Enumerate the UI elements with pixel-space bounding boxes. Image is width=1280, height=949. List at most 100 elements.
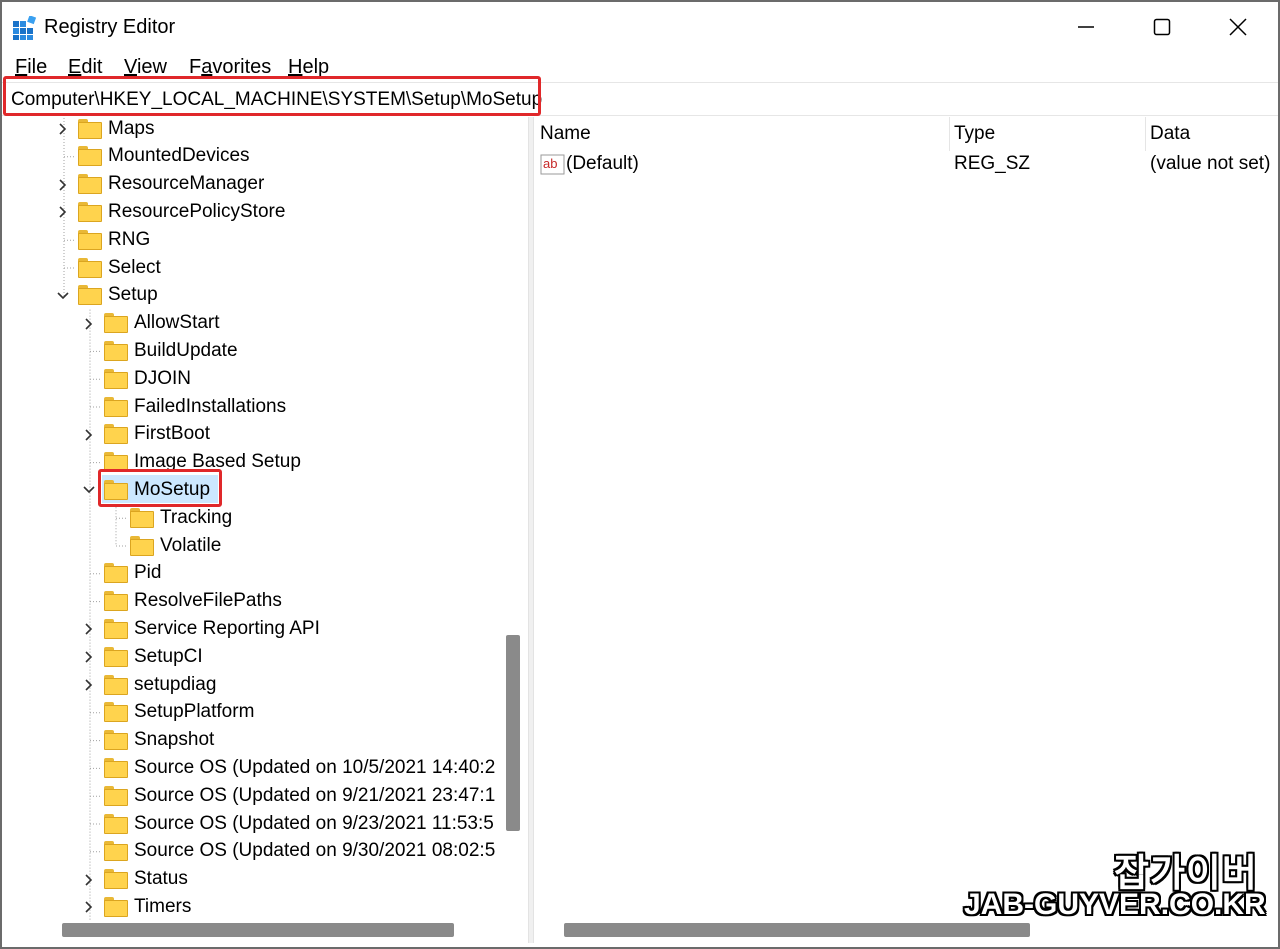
tree-item[interactable]: Service Reporting API xyxy=(104,615,320,642)
chevron-right-icon[interactable] xyxy=(56,205,70,219)
menu-file[interactable]: File xyxy=(15,55,47,79)
address-bar[interactable]: Computer\HKEY_LOCAL_MACHINE\SYSTEM\Setup… xyxy=(2,82,1278,116)
folder-icon xyxy=(78,118,102,139)
values-horizontal-scroll-thumb[interactable] xyxy=(564,923,1030,937)
tree-item[interactable]: Snapshot xyxy=(104,727,214,754)
value-data: (value not set) xyxy=(1150,153,1271,174)
chevron-right-icon[interactable] xyxy=(56,178,70,192)
maximize-button[interactable] xyxy=(1124,2,1200,52)
tree-item[interactable]: Source OS (Updated on 10/5/2021 14:40:2 xyxy=(104,754,495,781)
folder-icon xyxy=(104,730,128,751)
menu-view-accel: V xyxy=(124,56,137,78)
tree-item[interactable]: BuildUpdate xyxy=(104,337,238,364)
folder-icon xyxy=(104,785,128,806)
chevron-right-icon[interactable] xyxy=(82,650,96,664)
folder-icon xyxy=(78,201,102,222)
address-path[interactable]: Computer\HKEY_LOCAL_MACHINE\SYSTEM\Setup… xyxy=(11,88,542,112)
chevron-down-icon[interactable] xyxy=(56,289,70,303)
tree-item[interactable]: SetupPlatform xyxy=(104,699,254,726)
column-separator[interactable] xyxy=(1145,117,1146,151)
tree-item-label: Status xyxy=(134,868,188,890)
tree-item[interactable]: Maps xyxy=(78,117,154,142)
column-header-type[interactable]: Type xyxy=(954,120,995,148)
folder-icon xyxy=(78,146,102,167)
title-bar: Registry Editor xyxy=(2,2,1278,52)
tree-item-label: Pid xyxy=(134,562,162,584)
menu-view[interactable]: View xyxy=(124,55,167,79)
tree-item[interactable]: Image Based Setup xyxy=(104,449,301,476)
tree-horizontal-scroll-thumb[interactable] xyxy=(62,923,454,937)
tree-item-label: Select xyxy=(108,256,161,278)
chevron-right-icon[interactable] xyxy=(56,122,70,136)
chevron-right-icon[interactable] xyxy=(82,317,96,331)
tree-item[interactable]: Volatile xyxy=(130,532,221,559)
tree-item[interactable]: ResourcePolicyStore xyxy=(78,198,285,225)
tree-item[interactable]: Setup xyxy=(78,282,158,309)
chevron-right-icon[interactable] xyxy=(82,622,96,636)
menu-view-rest: iew xyxy=(136,56,167,78)
tree-item[interactable]: MoSetup xyxy=(104,476,210,503)
menu-file-accel: F xyxy=(15,56,28,78)
tree-item[interactable]: ResourceManager xyxy=(78,171,264,198)
folder-icon xyxy=(104,869,128,890)
tree-item[interactable]: Select xyxy=(78,254,161,281)
tree-item[interactable]: setupdiag xyxy=(104,671,216,698)
folder-icon xyxy=(104,340,128,361)
tree-item[interactable]: Source OS (Updated on 9/30/2021 08:02:5 xyxy=(104,838,495,865)
tree-item[interactable]: ResolveFilePaths xyxy=(104,588,282,615)
menu-edit-rest: dit xyxy=(81,56,103,78)
menu-bar: File Edit View Favorites Help xyxy=(2,52,1278,82)
tree-item-label: Image Based Setup xyxy=(134,451,301,473)
folder-icon xyxy=(104,452,128,473)
menu-help-rest: elp xyxy=(302,56,330,78)
tree-item-label: Maps xyxy=(108,117,155,139)
menu-help[interactable]: Help xyxy=(288,55,329,79)
values-list-pane[interactable]: Name Type Data ab (Default) REG_SZ (valu… xyxy=(534,117,1278,943)
menu-favorites[interactable]: Favorites xyxy=(189,55,271,79)
tree-item-label: ResourcePolicyStore xyxy=(108,200,286,222)
folder-icon xyxy=(104,702,128,723)
column-header-name[interactable]: Name xyxy=(540,120,591,148)
tree-item[interactable]: Pid xyxy=(104,560,161,587)
tree-item[interactable]: Source OS (Updated on 9/23/2021 11:53:5 xyxy=(104,810,494,837)
minimize-button[interactable] xyxy=(1048,2,1124,52)
column-header-data[interactable]: Data xyxy=(1150,120,1190,148)
tree-item[interactable]: Timers xyxy=(104,893,191,920)
folder-icon xyxy=(104,646,128,667)
tree-item[interactable]: MountedDevices xyxy=(78,143,250,170)
chevron-right-icon[interactable] xyxy=(82,428,96,442)
registry-icon xyxy=(13,16,37,40)
menu-edit[interactable]: Edit xyxy=(68,55,102,79)
tree-item[interactable]: FirstBoot xyxy=(104,421,210,448)
window-title: Registry Editor xyxy=(44,16,176,38)
tree-item[interactable]: FailedInstallations xyxy=(104,393,286,420)
tree-item[interactable]: RNG xyxy=(78,226,150,253)
value-row[interactable]: ab (Default) REG_SZ (value not set) xyxy=(538,150,1278,178)
folder-icon xyxy=(78,257,102,278)
watermark-url: JAB-GUYVER.CO.KR xyxy=(964,888,1266,921)
tree-item-label: Source OS (Updated on 9/21/2021 23:47:1 xyxy=(134,784,496,806)
tree-item-label: Snapshot xyxy=(134,729,215,751)
chevron-right-icon[interactable] xyxy=(82,900,96,914)
tree-item[interactable]: SetupCI xyxy=(104,643,203,670)
minimize-icon xyxy=(1078,26,1094,28)
key-tree-pane[interactable]: Maps MountedDevices ResourceManager Resourc… xyxy=(2,117,528,943)
folder-icon xyxy=(104,813,128,834)
chevron-right-icon[interactable] xyxy=(82,873,96,887)
tree-item[interactable]: AllowStart xyxy=(104,310,220,337)
value-name: (Default) xyxy=(566,153,639,174)
chevron-down-icon[interactable] xyxy=(82,483,96,497)
close-button[interactable] xyxy=(1200,2,1276,52)
tree-item-label: SetupPlatform xyxy=(134,701,255,723)
folder-icon xyxy=(104,368,128,389)
chevron-right-icon[interactable] xyxy=(82,678,96,692)
folder-icon xyxy=(104,674,128,695)
tree-item[interactable]: Source OS (Updated on 9/21/2021 23:47:1 xyxy=(104,782,495,809)
tree-item-label: ResourceManager xyxy=(108,173,265,195)
tree-item[interactable]: DJOIN xyxy=(104,365,191,392)
tree-item-label: SetupCI xyxy=(134,645,203,667)
tree-item[interactable]: Status xyxy=(104,866,188,893)
tree-item[interactable]: Tracking xyxy=(130,504,232,531)
tree-vertical-scroll-thumb[interactable] xyxy=(506,635,520,831)
column-separator[interactable] xyxy=(949,117,950,151)
